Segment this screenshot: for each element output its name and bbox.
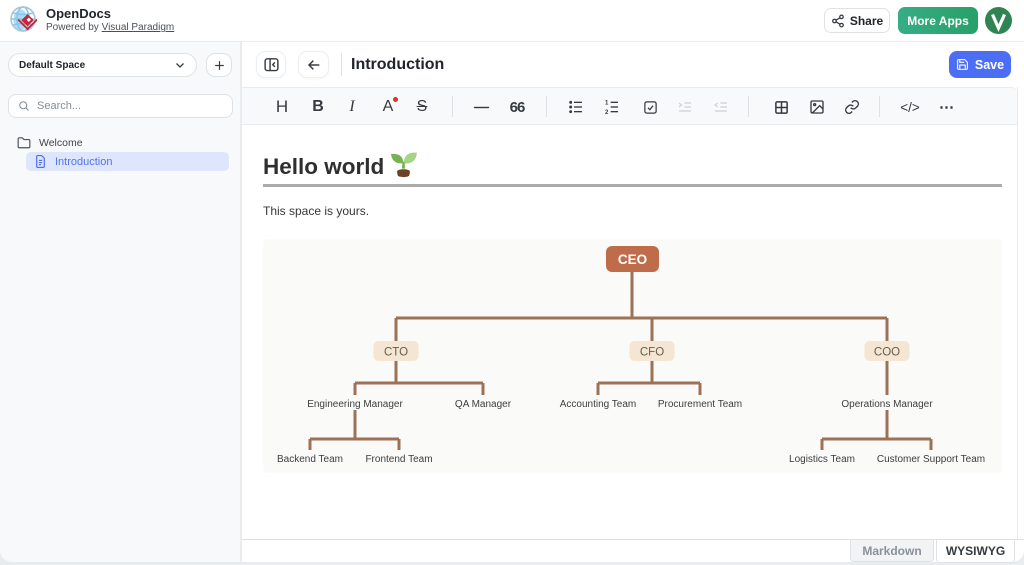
svg-text:Procurement Team: Procurement Team	[658, 399, 742, 410]
svg-text:Accounting Team: Accounting Team	[560, 399, 637, 410]
svg-text:COO: COO	[874, 347, 900, 359]
svg-text:2: 2	[605, 110, 609, 115]
svg-text:Logistics Team: Logistics Team	[789, 454, 855, 465]
svg-text:CEO: CEO	[618, 252, 647, 267]
svg-text:Operations Manager: Operations Manager	[841, 399, 933, 410]
svg-text:Engineering Manager: Engineering Manager	[307, 399, 403, 410]
svg-text:Frontend Team: Frontend Team	[365, 454, 432, 465]
svg-text:Customer Support Team: Customer Support Team	[877, 454, 985, 465]
svg-text:CTO: CTO	[384, 347, 408, 359]
svg-text:Backend Team: Backend Team	[277, 454, 343, 465]
svg-text:1: 1	[605, 101, 609, 107]
svg-text:CFO: CFO	[640, 347, 664, 359]
svg-text:QA Manager: QA Manager	[455, 399, 512, 410]
